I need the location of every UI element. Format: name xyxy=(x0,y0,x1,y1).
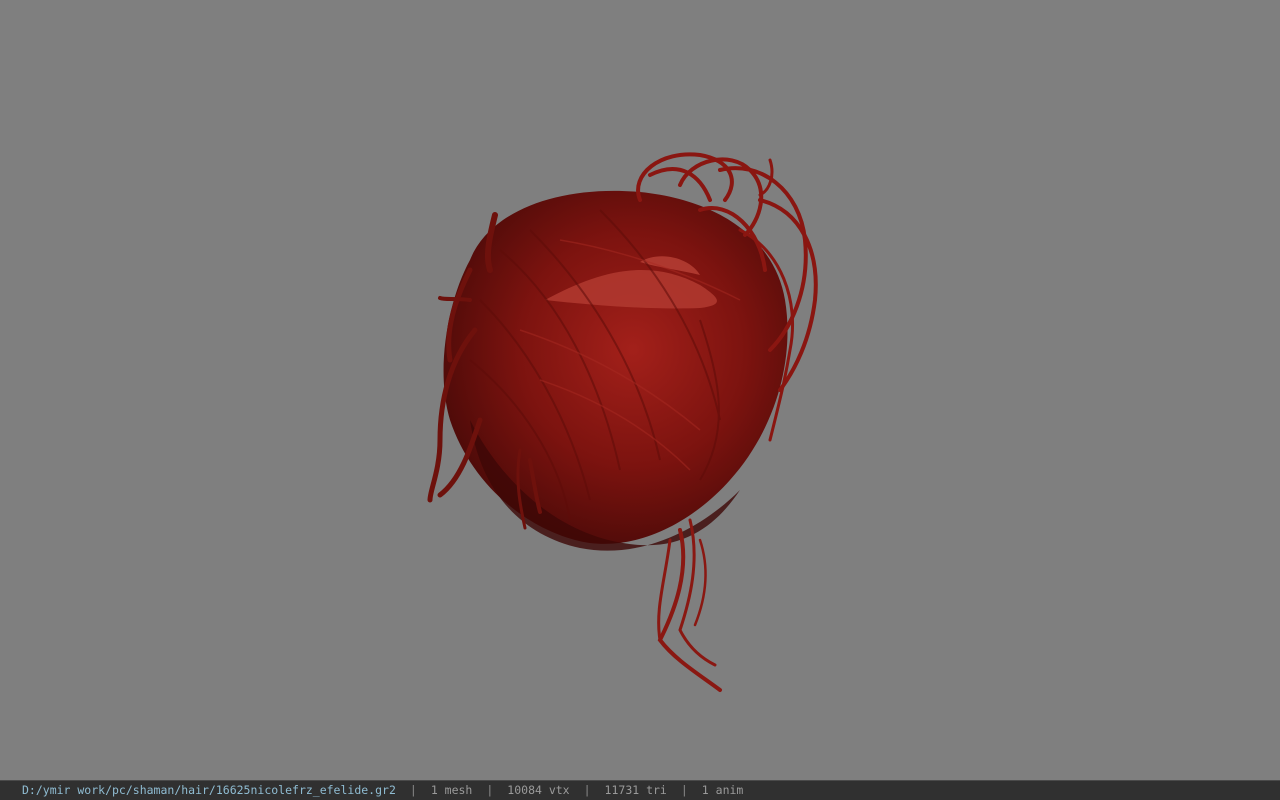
mesh-count: 1 mesh xyxy=(430,783,473,797)
status-bar: D:/ymir work/pc/shaman/hair/16625nicolef… xyxy=(0,780,1280,800)
separator: | xyxy=(583,783,591,797)
separator: | xyxy=(486,783,494,797)
hair-hanging-strands xyxy=(657,518,722,692)
vertex-count: 10084 vtx xyxy=(507,783,570,797)
anim-count: 1 anim xyxy=(701,783,744,797)
file-path: D:/ymir work/pc/shaman/hair/16625nicolef… xyxy=(22,783,396,797)
hair-mesh-model xyxy=(427,152,818,692)
separator: | xyxy=(409,783,417,797)
hair-mass xyxy=(443,190,788,551)
separator: | xyxy=(680,783,688,797)
triangle-count: 11731 tri xyxy=(604,783,667,797)
3d-viewport[interactable] xyxy=(0,0,1280,780)
